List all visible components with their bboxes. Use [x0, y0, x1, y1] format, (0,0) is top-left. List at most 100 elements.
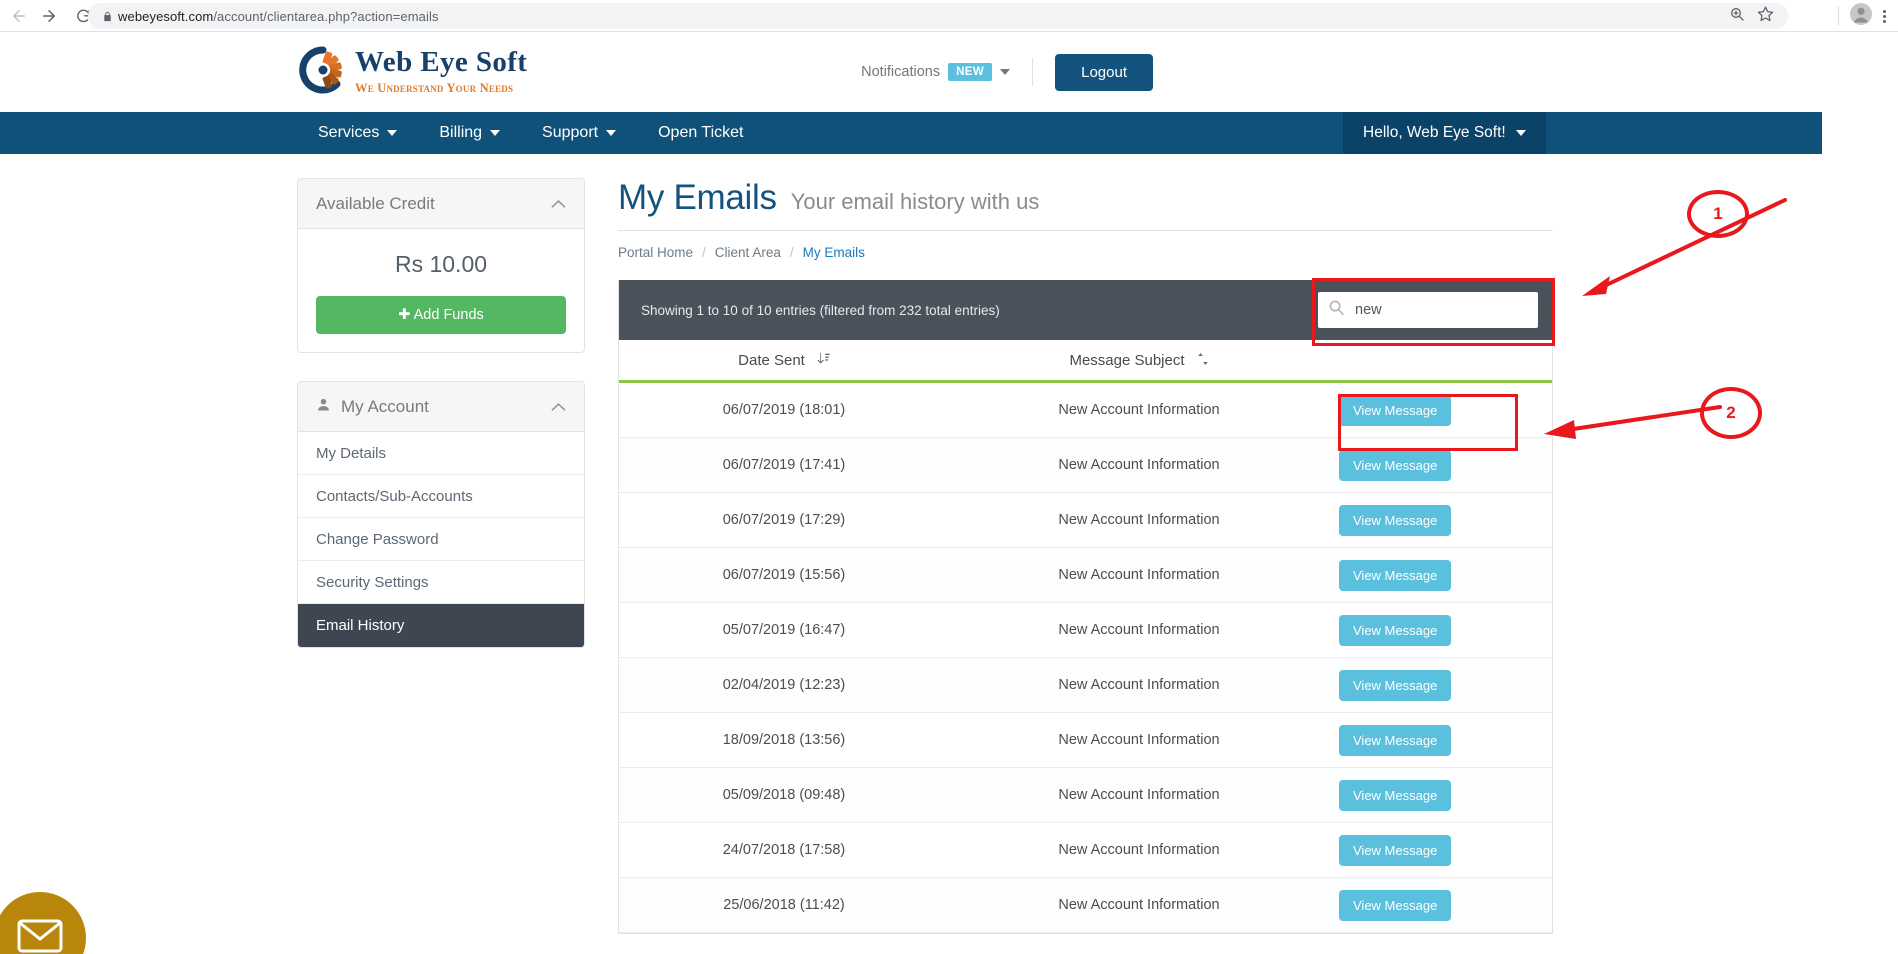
table-row[interactable]: 05/09/2018 (09:48) New Account Informati…	[619, 768, 1552, 823]
table-row[interactable]: 06/07/2019 (17:41) New Account Informati…	[619, 438, 1552, 493]
add-funds-button[interactable]: ✚ Add Funds	[316, 296, 566, 334]
star-icon[interactable]	[1757, 5, 1774, 27]
cell-action: View Message	[1329, 889, 1552, 921]
chevron-down-icon	[490, 130, 501, 136]
search-input[interactable]: new	[1318, 292, 1538, 328]
column-header-date-sent[interactable]: Date Sent	[619, 352, 949, 369]
table-row[interactable]: 06/07/2019 (17:29) New Account Informati…	[619, 493, 1552, 548]
view-message-button[interactable]: View Message	[1339, 889, 1452, 921]
cell-message-subject: New Account Information	[1058, 622, 1220, 638]
notifications-dropdown[interactable]: Notifications NEW	[861, 63, 1011, 81]
view-message-button[interactable]: View Message	[1339, 449, 1452, 481]
page-subtitle: Your email history with us	[790, 189, 1040, 214]
breadcrumb-client-area[interactable]: Client Area	[715, 245, 781, 260]
main-content: My Emails Your email history with us Por…	[618, 178, 1553, 934]
nav-label-services: Services	[318, 124, 380, 141]
cell-action: View Message	[1329, 449, 1552, 481]
nav-items: Services Billing Support Open Ticket	[297, 112, 764, 154]
url-host: webeyesoft.com	[118, 8, 214, 24]
annotation-marker-2: 2	[1700, 387, 1762, 439]
chevron-up-icon[interactable]	[551, 397, 566, 417]
notifications-label: Notifications	[861, 64, 941, 80]
address-bar[interactable]: webeyesoft.com/account/clientarea.php?ac…	[88, 3, 1788, 29]
cell-action: View Message	[1329, 834, 1552, 866]
cell-message-subject: New Account Information	[1058, 402, 1220, 418]
view-message-button[interactable]: View Message	[1339, 779, 1452, 811]
table-header-row: Date Sent Message Subject	[619, 340, 1552, 383]
sort-descending-icon[interactable]	[817, 352, 830, 368]
available-credit-header[interactable]: Available Credit	[298, 179, 584, 229]
table-row[interactable]: 02/04/2019 (12:23) New Account Informati…	[619, 658, 1552, 713]
column-header-message-subject[interactable]: Message Subject	[949, 352, 1329, 369]
cell-action: View Message	[1329, 614, 1552, 646]
cell-date-sent: 06/07/2019 (15:56)	[722, 567, 846, 583]
sidebar-item-security-settings[interactable]: Security Settings	[298, 561, 584, 604]
view-message-button[interactable]: View Message	[1339, 834, 1452, 866]
chevron-down-icon	[387, 130, 398, 136]
view-message-button[interactable]: View Message	[1339, 724, 1452, 756]
sidebar: Available Credit Rs 10.00 ✚ Add Funds My…	[297, 178, 585, 676]
nav-item-services[interactable]: Services	[297, 112, 418, 154]
table-row[interactable]: 05/07/2019 (16:47) New Account Informati…	[619, 603, 1552, 658]
nav-item-open-ticket[interactable]: Open Ticket	[637, 112, 764, 154]
nav-label-open-ticket: Open Ticket	[658, 124, 744, 141]
cell-date-sent: 06/07/2019 (18:01)	[722, 402, 846, 418]
cell-date-sent: 05/07/2019 (16:47)	[722, 622, 846, 638]
available-credit-amount: Rs 10.00	[394, 251, 488, 277]
cell-date-sent: 25/06/2018 (11:42)	[723, 897, 845, 913]
cell-action: View Message	[1329, 559, 1552, 591]
profile-avatar-icon[interactable]	[1849, 2, 1873, 31]
cell-action: View Message	[1329, 394, 1552, 426]
table-row[interactable]: 18/09/2018 (13:56) New Account Informati…	[619, 713, 1552, 768]
search-input-value: new	[1355, 302, 1382, 318]
forward-arrow-icon[interactable]	[34, 1, 64, 31]
sidebar-item-change-password[interactable]: Change Password	[298, 518, 584, 561]
emails-table-card: Showing 1 to 10 of 10 entries (filtered …	[618, 280, 1553, 934]
cell-message-subject: New Account Information	[1058, 732, 1220, 748]
logo-title: Web Eye Soft	[355, 46, 528, 78]
view-message-button[interactable]: View Message	[1339, 504, 1452, 536]
cell-date-sent: 18/09/2018 (13:56)	[722, 732, 846, 748]
header-actions: Notifications NEW Logout	[861, 32, 1153, 112]
view-message-button[interactable]: View Message	[1339, 394, 1452, 426]
address-bar-url: webeyesoft.com/account/clientarea.php?ac…	[118, 9, 1729, 24]
cell-message-subject: New Account Information	[1058, 512, 1220, 528]
nav-item-support[interactable]: Support	[521, 112, 637, 154]
three-dot-menu-icon[interactable]	[1877, 9, 1892, 23]
logout-button[interactable]: Logout	[1055, 53, 1153, 91]
notifications-new-badge: NEW	[948, 63, 993, 81]
back-arrow-icon[interactable]	[4, 1, 34, 31]
breadcrumb-portal-home[interactable]: Portal Home	[618, 245, 693, 260]
available-credit-title: Available Credit	[316, 193, 435, 213]
cell-action: View Message	[1329, 724, 1552, 756]
add-funds-label: Add Funds	[413, 307, 484, 323]
mail-badge-icon[interactable]	[0, 892, 86, 954]
nav-item-billing[interactable]: Billing	[418, 112, 521, 154]
zoom-in-icon[interactable]	[1729, 6, 1745, 27]
main-navigation: Services Billing Support Open Ticket Hel…	[0, 112, 1822, 154]
breadcrumb-my-emails: My Emails	[802, 245, 865, 260]
search-wrapper: new	[1318, 292, 1538, 328]
my-account-panel: My Account My Details Contacts/Sub-Accou…	[297, 381, 585, 648]
view-message-button[interactable]: View Message	[1339, 614, 1452, 646]
annotation-number: 1	[1713, 204, 1723, 223]
table-row[interactable]: 06/07/2019 (15:56) New Account Informati…	[619, 548, 1552, 603]
cell-message-subject: New Account Information	[1058, 897, 1220, 913]
sidebar-item-my-details[interactable]: My Details	[298, 432, 584, 475]
site-logo[interactable]: Web Eye Soft We Understand Your Needs	[297, 44, 527, 96]
table-row[interactable]: 24/07/2018 (17:58) New Account Informati…	[619, 823, 1552, 878]
annotation-number: 2	[1726, 403, 1736, 422]
table-row[interactable]: 25/06/2018 (11:42) New Account Informati…	[619, 878, 1552, 933]
sort-none-icon[interactable]	[1197, 352, 1209, 368]
chevron-up-icon[interactable]	[551, 194, 566, 214]
view-message-button[interactable]: View Message	[1339, 559, 1452, 591]
view-message-button[interactable]: View Message	[1339, 669, 1452, 701]
sidebar-item-email-history[interactable]: Email History	[298, 604, 584, 647]
sidebar-item-contacts-sub-accounts[interactable]: Contacts/Sub-Accounts	[298, 475, 584, 518]
site-header: Web Eye Soft We Understand Your Needs No…	[0, 32, 1898, 112]
my-account-header[interactable]: My Account	[298, 382, 584, 432]
page-header: My Emails Your email history with us	[618, 178, 1553, 230]
cell-message-subject: New Account Information	[1058, 457, 1220, 473]
nav-account-dropdown[interactable]: Hello, Web Eye Soft!	[1343, 112, 1546, 154]
table-row[interactable]: 06/07/2019 (18:01) New Account Informati…	[619, 383, 1552, 438]
